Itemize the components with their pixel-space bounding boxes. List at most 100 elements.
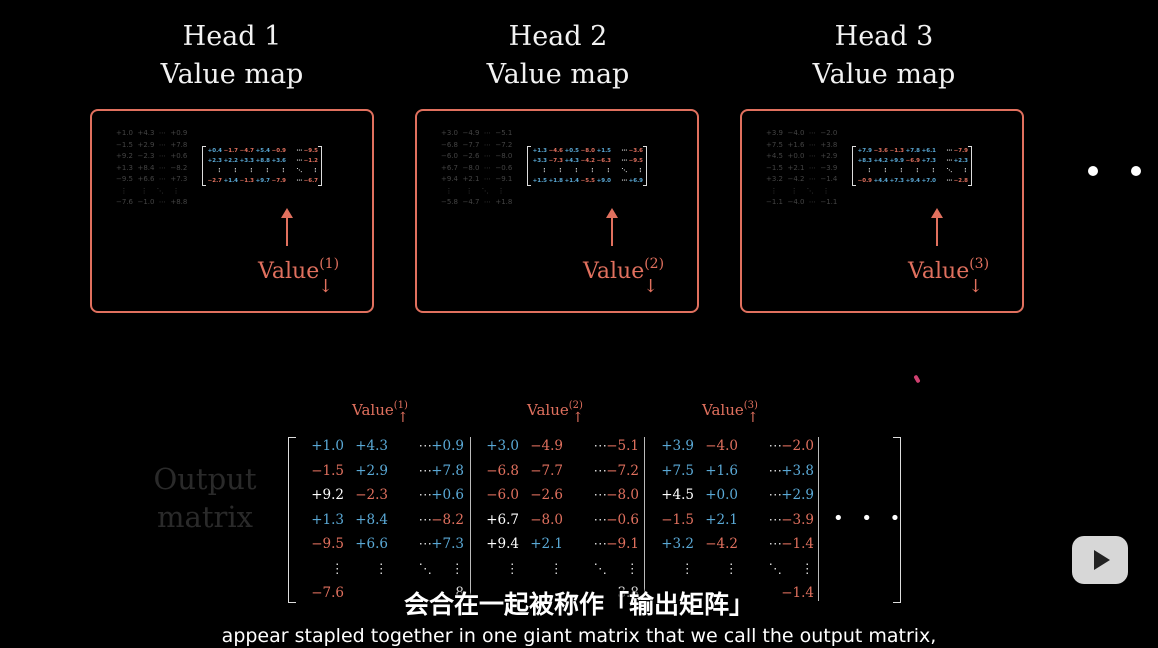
mini-matrix-cell: ⋮ <box>232 168 239 174</box>
mini-matrix-cell: +6.9 <box>628 178 643 184</box>
mini-matrix-cell: +5.4 <box>255 148 270 154</box>
output-matrix-cell: −2.0 <box>781 438 814 454</box>
head-2-value-sup: (2) <box>644 256 665 272</box>
mini-matrix-cell: +8.3 <box>857 158 872 164</box>
mini-matrix-cell: +1.8 <box>548 178 563 184</box>
head-3-faint-matrix: +3.9 −4.0 ⋯ −2.0 +7.5 +1.6 ⋯ +3.8 +4.5 +0.… <box>766 128 837 209</box>
mini-matrix-cell: ⋮ <box>605 168 612 174</box>
mini-matrix-cell: +1.5 <box>532 178 547 184</box>
output-matrix-cell: +4.3 <box>355 438 388 454</box>
faint-matrix-row: +9.2 −2.3 ⋯ +0.6 <box>116 152 188 160</box>
output-matrix-cell: +2.1 <box>530 536 563 552</box>
faint-matrix-row: +9.4 +2.1 ⋯ −9.1 <box>441 175 513 183</box>
head-3-title-line1: Head 3 <box>834 21 934 52</box>
head-1-value-sup: (1) <box>319 256 340 272</box>
mini-matrix-cell: ⋯ <box>946 178 953 184</box>
mini-matrix-cell: +3.3 <box>239 158 254 164</box>
faint-matrix-row: −1.5 +2.1 ⋯ −3.9 <box>766 163 838 172</box>
faint-matrix-row: +4.5 +0.0 ⋯ +2.9 <box>766 152 838 160</box>
faint-matrix-row: +1.0 +4.3 ⋯ +0.9 <box>116 129 188 137</box>
col-label-1: Value(1) ↑ <box>352 400 409 426</box>
output-matrix-cell: +3.8 <box>781 462 814 479</box>
mini-matrix-row: −2.7 +1.4 −1.3 +9.7 −7.9 ⋯ −6.7 <box>206 176 318 186</box>
mini-matrix-cell: ⋮ <box>557 168 564 174</box>
output-matrix-cell: +9.4 <box>486 536 519 552</box>
output-matrix-cell: +1.6 <box>705 462 738 479</box>
mini-matrix-cell: ⋯ <box>296 158 303 164</box>
head-3-title: Head 3 Value map <box>754 18 1014 94</box>
mini-matrix-cell: ⋱ <box>296 168 303 174</box>
mini-matrix-cell: ⋯ <box>296 148 303 154</box>
head-3-title-line2: Value map <box>812 59 956 90</box>
mini-matrix-cell: ⋮ <box>930 168 937 174</box>
mini-matrix-cell: −9.5 <box>628 158 643 164</box>
output-matrix-cell: −4.0 <box>705 438 738 454</box>
head-2-value-matrix: +1.3 −4.6 +0.5 −8.0 +1.5 ⋯ −3.6 +3.3 −7.3 +4.3 −4.… <box>527 146 647 186</box>
output-matrix-cell: −7.2 <box>606 462 639 479</box>
mini-matrix-cell: −4.2 <box>580 158 595 164</box>
head-1-value-text: Value <box>258 259 320 284</box>
mini-matrix-cell: +2.3 <box>953 158 968 164</box>
output-matrix-cell: +7.5 <box>661 462 694 479</box>
mini-matrix-cell: +2.3 <box>207 158 222 164</box>
output-matrix-cell: ⋮ <box>450 560 465 577</box>
mini-matrix-cell: −0.9 <box>271 148 286 154</box>
head-1-faint-matrix: +1.0 +4.3 ⋯ +0.9 −1.5 +2.9 ⋯ +7.8 +9.2 −2.… <box>116 128 187 209</box>
output-matrix-cell: ⋮ <box>330 560 345 577</box>
mini-matrix-cell: ⋯ <box>946 158 953 164</box>
mini-matrix-cell: +3.3 <box>532 158 547 164</box>
mini-matrix-cell: +4.2 <box>873 158 888 164</box>
output-matrix-cell: +8.4 <box>355 511 388 528</box>
mini-matrix-cell: −9.5 <box>303 148 318 154</box>
output-label-line1: Output <box>153 462 257 496</box>
mini-matrix-cell: +6.1 <box>921 148 936 154</box>
mini-matrix-cell: +7.3 <box>921 158 936 164</box>
faint-matrix-row: +3.2 −4.2 ⋯ −1.4 <box>766 175 838 183</box>
output-matrix-cell: −8.0 <box>530 511 563 528</box>
mini-matrix-cell: +1.3 <box>532 148 547 154</box>
output-matrix-cell: +3.9 <box>661 438 694 454</box>
output-matrix-cell: −0.6 <box>606 511 639 528</box>
head-2-arrow <box>606 208 618 246</box>
mini-matrix-cell: ⋯ <box>621 158 628 164</box>
mini-matrix-cell: ⋮ <box>573 168 580 174</box>
mini-matrix-cell: ⋯ <box>621 148 628 154</box>
output-matrix-cell: +9.2 <box>311 487 344 503</box>
faint-matrix-row: +3.9 −4.0 ⋯ −2.0 <box>766 129 838 137</box>
mini-matrix-cell: −1.2 <box>303 158 318 164</box>
head-1-value-matrix: +0.4 −1.7 −4.7 +5.4 −0.9 ⋯ −9.5 +2.3 +2.2 +3.3 +8.… <box>202 146 322 186</box>
mini-matrix-cell: −3.6 <box>873 148 888 154</box>
mini-matrix-cell: ⋮ <box>882 168 889 174</box>
head-3-value-matrix: +7.9 −3.6 −1.3 +7.8 +6.1 ⋯ −7.9 +8.3 +4.2 +9.9 −6.… <box>852 146 972 186</box>
faint-matrix-row: +7.5 +1.6 ⋯ +3.8 <box>766 140 838 149</box>
output-matrix-cell: ⋮ <box>505 560 520 577</box>
mini-matrix-row: ⋮ ⋮ ⋮ ⋮ ⋮ ⋱ ⋮ <box>856 166 969 176</box>
mini-matrix-cell: +3.6 <box>271 158 286 164</box>
mini-matrix-cell: +7.3 <box>889 178 904 184</box>
mini-matrix-row: +8.3 +4.2 +9.9 −6.9 +7.3 ⋯ +2.3 <box>856 156 968 166</box>
output-label-line2: matrix <box>157 500 253 534</box>
output-matrix-cell: +3.2 <box>661 536 694 552</box>
mini-matrix-cell: +4.4 <box>873 178 888 184</box>
mini-matrix-cell: +7.0 <box>921 178 936 184</box>
mini-matrix-row: +2.3 +2.2 +3.3 +8.8 +3.6 ⋯ −1.2 <box>206 156 318 166</box>
column-separator-1 <box>470 437 471 601</box>
column-separator-2 <box>644 437 645 601</box>
output-matrix-cell: ⋮ <box>625 560 640 577</box>
mini-matrix-cell: +4.3 <box>564 158 579 164</box>
mini-matrix-cell: ⋮ <box>637 168 644 174</box>
head-3-arrow <box>931 208 943 246</box>
output-matrix-cell: +7.3 <box>431 536 464 552</box>
mini-matrix-cell: +9.4 <box>905 178 920 184</box>
head-3-down-arrow: ↓ <box>968 276 984 297</box>
mini-matrix-cell: −8.0 <box>580 148 595 154</box>
mini-matrix-cell: −4.7 <box>239 148 254 154</box>
mini-matrix-cell: ⋮ <box>264 168 271 174</box>
mini-matrix-row: +0.4 −1.7 −4.7 +5.4 −0.9 ⋯ −9.5 <box>206 146 318 156</box>
mini-matrix-cell: ⋮ <box>589 168 596 174</box>
output-matrix-cell: −6.0 <box>486 487 519 503</box>
head-3-value-text: Value <box>908 259 970 284</box>
col-label-2-arrow: ↑ <box>572 410 584 426</box>
output-matrix-cell: −4.9 <box>530 438 563 454</box>
output-matrix-cell: −9.5 <box>311 536 344 552</box>
